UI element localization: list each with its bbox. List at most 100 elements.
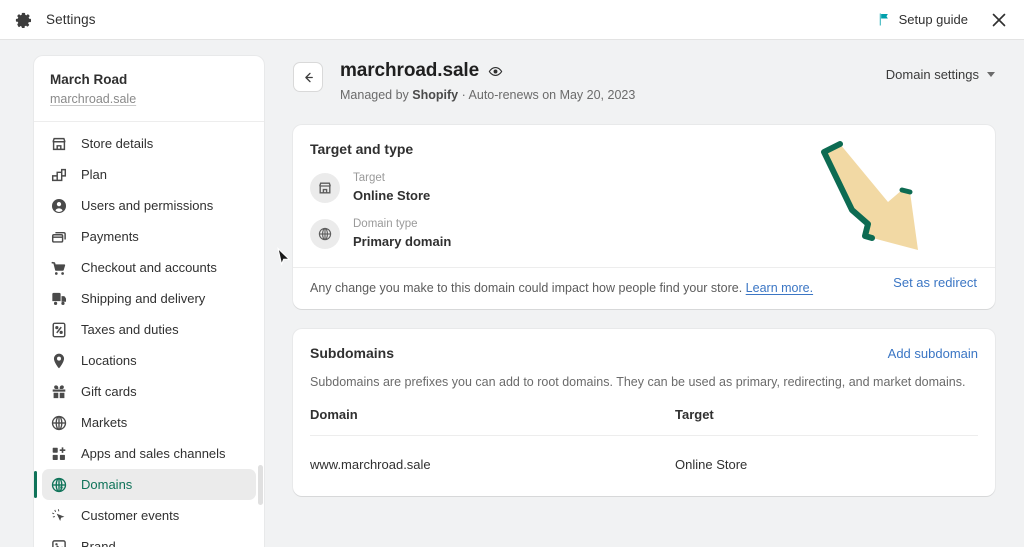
- table-header-row: Domain Target: [310, 407, 978, 435]
- sidebar-scrollbar-thumb[interactable]: [258, 465, 263, 505]
- settings-sidebar: March Road marchroad.sale Store details …: [34, 56, 264, 547]
- sidebar-item-label: Locations: [81, 353, 137, 368]
- plan-icon: [50, 166, 68, 184]
- store-header: March Road marchroad.sale: [34, 56, 264, 122]
- set-as-redirect-link[interactable]: Set as redirect: [893, 275, 977, 290]
- globe-icon: [310, 218, 340, 249]
- sidebar-nav: Store details Plan Users and permissions…: [34, 122, 264, 547]
- sidebar-item-label: Gift cards: [81, 384, 137, 399]
- chevron-down-icon: [987, 72, 995, 77]
- arrow-left-icon: [301, 70, 316, 85]
- cart-icon: [50, 259, 68, 277]
- subtitle-brand: Shopify: [412, 88, 459, 102]
- back-button[interactable]: [293, 62, 323, 92]
- truck-icon: [50, 290, 68, 308]
- property-value: Online Store: [353, 187, 431, 203]
- table-row[interactable]: www.marchroad.sale Online Store: [310, 435, 978, 479]
- sidebar-item-label: Shipping and delivery: [81, 291, 206, 306]
- property-label: Target: [353, 172, 385, 184]
- globe-icon: [50, 476, 68, 494]
- apps-icon: [50, 445, 68, 463]
- sidebar-item-taxes-and-duties[interactable]: Taxes and duties: [42, 314, 256, 345]
- sidebar-item-label: Store details: [81, 136, 154, 151]
- subdomains-table: Domain Target www.marchroad.sale Online …: [310, 407, 978, 479]
- subtitle-suffix: · Auto-renews on May 20, 2023: [458, 88, 636, 102]
- sidebar-item-label: Users and permissions: [81, 198, 214, 213]
- close-icon[interactable]: [988, 9, 1010, 31]
- domain-settings-dropdown[interactable]: Domain settings: [886, 67, 995, 82]
- column-header-target: Target: [675, 407, 714, 423]
- learn-more-link[interactable]: Learn more.: [746, 281, 813, 295]
- sidebar-item-plan[interactable]: Plan: [42, 159, 256, 190]
- target-card-body: Target and type Target Online Store Doma…: [293, 125, 995, 290]
- sidebar-item-gift-cards[interactable]: Gift cards: [42, 376, 256, 407]
- target-card-title: Target and type: [310, 141, 414, 157]
- pin-icon: [50, 352, 68, 370]
- sidebar-item-locations[interactable]: Locations: [42, 345, 256, 376]
- cell-target: Online Store: [675, 457, 748, 473]
- page-subtitle: Managed by Shopify · Auto-renews on May …: [340, 88, 635, 102]
- sidebar-item-label: Payments: [81, 229, 139, 244]
- user-icon: [50, 197, 68, 215]
- sidebar-item-label: Brand: [81, 539, 116, 547]
- page-header-text: marchroad.sale Managed by Shopify · Auto…: [340, 60, 635, 102]
- taxes-icon: [50, 321, 68, 339]
- sidebar-item-users-and-permissions[interactable]: Users and permissions: [42, 190, 256, 221]
- sidebar-item-payments[interactable]: Payments: [42, 221, 256, 252]
- brand-icon: [50, 538, 68, 547]
- page-title: marchroad.sale: [340, 60, 480, 81]
- setup-guide-button[interactable]: Setup guide: [877, 12, 968, 27]
- gift-icon: [50, 383, 68, 401]
- sidebar-item-label: Plan: [81, 167, 108, 182]
- sidebar-item-label: Checkout and accounts: [81, 260, 217, 275]
- target-property-list: Target Online Store Domain type Primary …: [310, 171, 978, 250]
- cursor-click-icon: [50, 507, 68, 525]
- store-icon: [310, 172, 340, 203]
- page-title-row: marchroad.sale: [340, 60, 635, 82]
- sidebar-item-store-details[interactable]: Store details: [42, 128, 256, 159]
- column-header-domain: Domain: [310, 407, 358, 423]
- target-card-footer: Any change you make to this domain could…: [293, 267, 995, 309]
- sidebar-item-markets[interactable]: Markets: [42, 407, 256, 438]
- main-content: marchroad.sale Managed by Shopify · Auto…: [285, 56, 1005, 497]
- setup-guide-label: Setup guide: [898, 12, 968, 27]
- sidebar-item-label: Customer events: [81, 508, 180, 523]
- domain-settings-label: Domain settings: [885, 67, 979, 82]
- footer-text: Any change you make to this domain could…: [310, 281, 746, 296]
- top-bar: Settings Setup guide: [0, 0, 1024, 40]
- store-url-link[interactable]: marchroad.sale: [50, 92, 136, 106]
- subdomains-description: Subdomains are prefixes you can add to r…: [310, 375, 966, 390]
- sidebar-item-apps-and-sales-channels[interactable]: Apps and sales channels: [42, 438, 256, 469]
- subdomains-header-row: Subdomains Add subdomain: [310, 345, 978, 361]
- target-and-type-card: Target and type Target Online Store Doma…: [293, 125, 995, 310]
- subdomains-card-title: Subdomains: [310, 345, 395, 362]
- subdomains-card-body: Subdomains Add subdomain Subdomains are …: [293, 329, 995, 496]
- property-text: Domain type Primary domain: [353, 217, 451, 250]
- sidebar-item-label: Markets: [81, 415, 128, 430]
- settings-window: Settings Setup guide March Road marchroa…: [0, 0, 1024, 547]
- sidebar-item-checkout-and-accounts[interactable]: Checkout and accounts: [42, 252, 256, 283]
- sidebar-item-customer-events[interactable]: Customer events: [42, 500, 256, 531]
- payments-icon: [50, 228, 68, 246]
- flag-icon: [877, 12, 892, 27]
- markets-globe-icon: [50, 414, 68, 432]
- sidebar-item-domains[interactable]: Domains: [34, 469, 256, 500]
- property-row-target: Target Online Store: [310, 171, 978, 204]
- add-subdomain-link[interactable]: Add subdomain: [888, 346, 978, 361]
- property-label: Domain type: [353, 218, 418, 231]
- store-icon: [50, 135, 68, 153]
- eye-icon[interactable]: [488, 64, 503, 79]
- property-text: Target Online Store: [353, 171, 430, 204]
- sidebar-item-shipping-and-delivery[interactable]: Shipping and delivery: [42, 283, 256, 314]
- property-row-domain-type: Domain type Primary domain: [310, 217, 978, 250]
- store-name: March Road: [50, 72, 128, 87]
- sidebar-item-label: Taxes and duties: [81, 322, 179, 337]
- property-value: Primary domain: [353, 233, 452, 249]
- subdomains-card: Subdomains Add subdomain Subdomains are …: [293, 329, 995, 497]
- sidebar-item-brand[interactable]: Brand: [42, 531, 256, 547]
- window-title: Settings: [46, 12, 96, 27]
- gear-icon[interactable]: [14, 11, 32, 29]
- top-bar-left: Settings: [14, 11, 96, 29]
- sidebar-item-label: Apps and sales channels: [81, 446, 226, 461]
- cell-domain: www.marchroad.sale: [310, 457, 431, 473]
